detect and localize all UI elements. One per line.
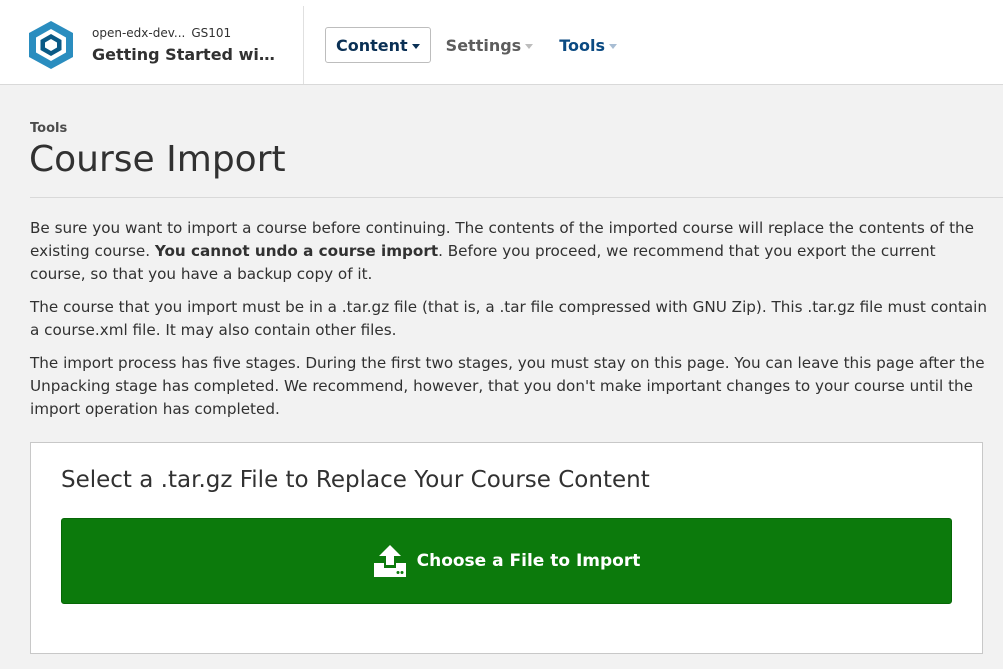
course-number: GS101	[191, 26, 232, 40]
choose-file-label: Choose a File to Import	[416, 551, 641, 571]
intro-paragraph-1: Be sure you want to import a course befo…	[30, 217, 992, 286]
course-meta: open-edx-dev... GS101	[92, 26, 292, 40]
header-divider	[303, 6, 304, 84]
top-header: open-edx-dev... GS101 Getting Started wit…	[0, 0, 1003, 85]
course-title: Getting Started with O...	[92, 45, 282, 64]
import-panel-title: Select a .tar.gz File to Replace Your Co…	[61, 467, 650, 493]
nav-tools-label: Tools	[559, 35, 605, 55]
choose-file-button[interactable]: Choose a File to Import	[61, 518, 952, 604]
chevron-down-icon	[525, 43, 534, 49]
nav-settings-button[interactable]: Settings	[446, 36, 534, 55]
upload-icon	[373, 545, 406, 577]
intro-text: Be sure you want to import a course befo…	[30, 217, 992, 431]
import-panel: Select a .tar.gz File to Replace Your Co…	[30, 442, 983, 654]
nav-tools-button[interactable]: Tools	[559, 36, 617, 55]
course-org: open-edx-dev...	[92, 26, 186, 40]
course-info[interactable]: open-edx-dev... GS101 Getting Started wit…	[92, 26, 292, 64]
title-divider	[30, 197, 1003, 198]
chevron-down-icon	[411, 43, 420, 49]
main-nav: Content Settings Tools	[325, 27, 617, 63]
nav-settings-label: Settings	[445, 35, 522, 55]
studio-logo-icon[interactable]	[28, 20, 74, 70]
breadcrumb: Tools	[30, 121, 68, 136]
chevron-down-icon	[608, 43, 617, 49]
nav-content-button[interactable]: Content	[325, 27, 431, 63]
page-title: Course Import	[29, 139, 286, 180]
nav-content-label: Content	[336, 35, 408, 55]
intro-paragraph-3: The import process has five stages. Duri…	[30, 354, 985, 418]
intro-p1-warning: You cannot undo a course import	[154, 242, 439, 260]
intro-paragraph-2: The course that you import must be in a …	[30, 298, 988, 339]
